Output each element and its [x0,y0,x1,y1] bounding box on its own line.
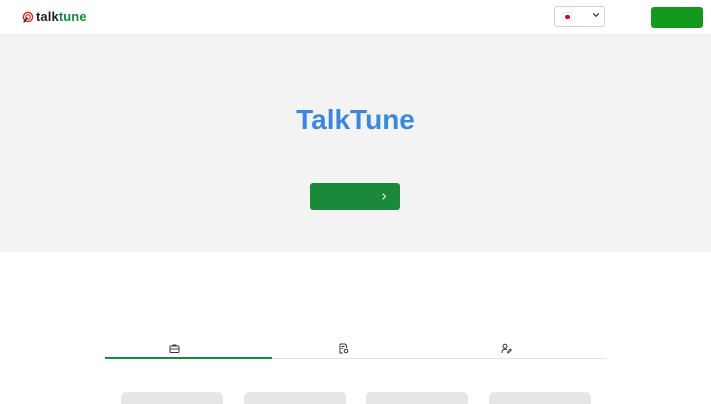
broadcast-target-icon [22,11,34,23]
tab-active-indicator [105,357,272,359]
briefcase-icon [169,344,180,353]
language-select[interactable] [554,6,605,27]
content-card[interactable] [366,392,468,404]
chevron-down-icon [592,13,600,17]
content-card[interactable] [489,392,591,404]
content-card[interactable] [121,392,223,404]
hero-section [0,35,711,252]
hero-title: TalkTune [296,104,415,135]
japan-flag-icon [562,12,572,21]
tab-briefcase[interactable] [105,340,272,359]
tab-user-edit[interactable] [439,340,606,358]
tab-document-settings[interactable] [272,340,439,358]
header-action-button[interactable] [651,7,703,28]
feature-tabs [105,340,606,359]
document-settings-icon [339,343,349,354]
chevron-right-icon [382,193,387,200]
logo-text-tune: tune [58,9,87,24]
hero-cta-button[interactable] [310,183,400,210]
logo-text-talk: talk [36,9,59,24]
talktune-logo[interactable]: talk tune [22,9,87,25]
content-card[interactable] [244,392,346,404]
user-edit-icon [501,343,512,354]
top-header: talk tune [0,0,711,35]
